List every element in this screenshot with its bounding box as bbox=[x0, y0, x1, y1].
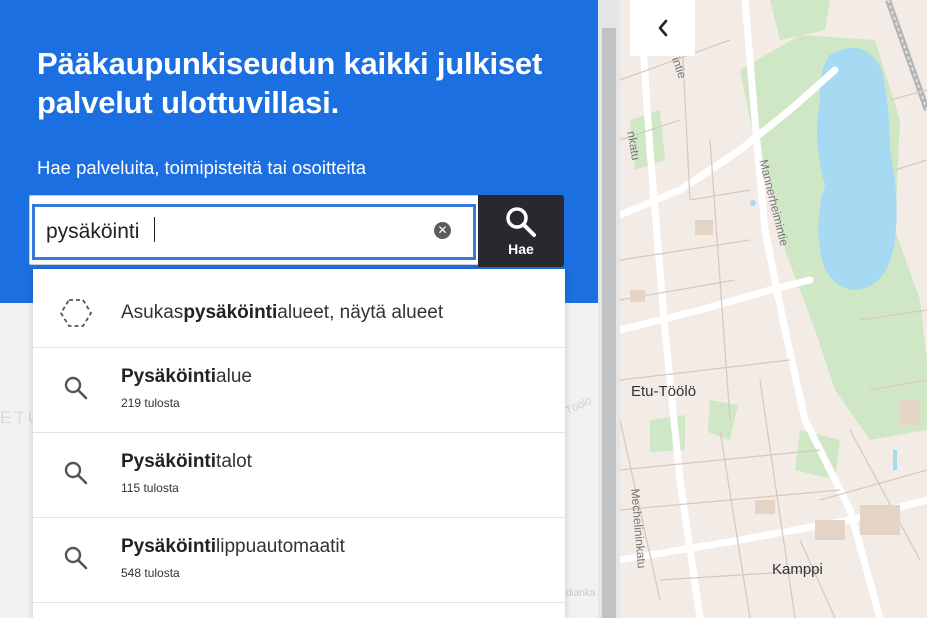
chevron-left-icon bbox=[658, 19, 668, 37]
collapse-panel-button[interactable] bbox=[630, 0, 695, 56]
search-box bbox=[29, 195, 479, 265]
suggestion-item[interactable]: Pysäköintitalot 115 tulosta bbox=[33, 433, 565, 518]
search-button[interactable]: Hae bbox=[478, 195, 564, 267]
result-count: 219 tulosta bbox=[121, 396, 180, 410]
background-map-label: dianka bbox=[566, 588, 596, 599]
search-instructions: Hae palveluita, toimipisteitä tai osoitt… bbox=[37, 157, 367, 178]
water-strip bbox=[893, 450, 897, 470]
building bbox=[860, 505, 900, 535]
search-suggestions-dropdown: Asukaspysäköintialueet, näytä alueet Pys… bbox=[33, 269, 565, 618]
building bbox=[755, 500, 775, 514]
building bbox=[900, 400, 920, 425]
place-label: Etu-Töölö bbox=[631, 383, 697, 400]
search-icon bbox=[64, 546, 88, 570]
suggestion-label: Pysäköintitalot bbox=[121, 451, 252, 472]
map-canvas[interactable] bbox=[620, 0, 927, 618]
background-map-label: Töölö bbox=[563, 394, 594, 418]
result-count: 548 tulosta bbox=[121, 566, 180, 580]
search-icon bbox=[64, 461, 88, 485]
search-icon bbox=[506, 207, 536, 237]
pond bbox=[750, 200, 756, 206]
place-label: Kamppi bbox=[772, 561, 823, 578]
result-count: 115 tulosta bbox=[121, 481, 179, 495]
search-icon bbox=[64, 376, 88, 400]
map-view[interactable]: intie nkatu Mannerheimintie Mechelininka… bbox=[620, 0, 927, 618]
suggestion-item[interactable]: Asukaspysäköintialueet, näytä alueet bbox=[33, 269, 565, 348]
suggestion-label: Asukaspysäköintialueet, näytä alueet bbox=[121, 302, 444, 323]
search-button-label: Hae bbox=[508, 241, 534, 257]
suggestion-label: Pysäköintialue bbox=[121, 366, 252, 387]
clear-icon[interactable]: ✕ bbox=[434, 222, 451, 239]
sidebar-panel: ETU Töölö dianka Pääkaupunkiseudun kaikk… bbox=[0, 0, 598, 618]
building bbox=[815, 520, 845, 540]
suggestion-item[interactable]: Pysäköintilippuautomaatit 548 tulosta bbox=[33, 518, 565, 603]
building bbox=[630, 290, 645, 302]
suggestion-item[interactable]: Pysäköintialue 219 tulosta bbox=[33, 348, 565, 433]
building bbox=[695, 220, 713, 235]
scrollbar-thumb[interactable] bbox=[602, 28, 616, 618]
page-title: Pääkaupunkiseudun kaikki julkiset palvel… bbox=[37, 46, 543, 120]
suggestion-label: Pysäköintilippuautomaatit bbox=[121, 536, 345, 557]
text-caret bbox=[154, 217, 155, 242]
search-input[interactable] bbox=[32, 204, 476, 260]
area-outline-icon bbox=[59, 299, 93, 327]
